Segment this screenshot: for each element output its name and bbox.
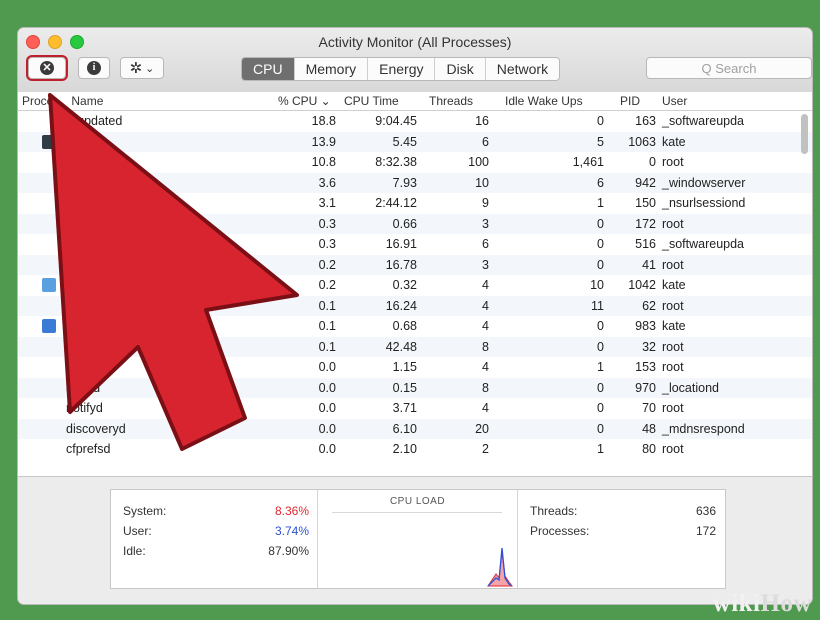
wikihow-watermark: wikiHow xyxy=(712,590,812,617)
pointer-arrow-annotation xyxy=(48,93,299,451)
red-arrow-icon xyxy=(48,93,299,451)
